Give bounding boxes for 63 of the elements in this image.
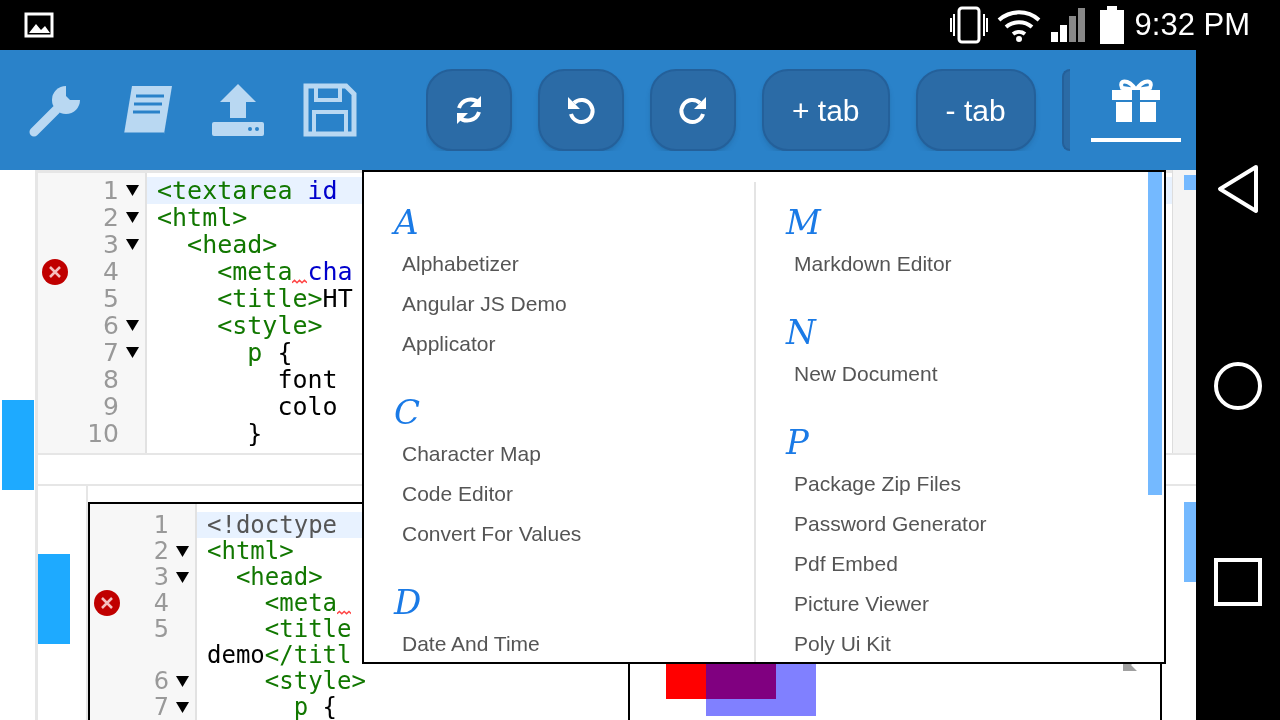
- code-line: <style>: [216, 313, 323, 338]
- menu-item[interactable]: Date And Time: [394, 624, 540, 662]
- wifi-icon: [996, 8, 1041, 42]
- status-time: 9:32 PM: [1134, 5, 1250, 44]
- menu-item[interactable]: Angular JS Demo: [394, 284, 567, 324]
- menu-item[interactable]: Pdf Embed: [786, 544, 898, 584]
- code-line: <meta: [207, 591, 352, 615]
- menu-item[interactable]: Alphabetizer: [394, 244, 519, 284]
- code-line: <title>HT: [216, 286, 353, 311]
- code-line: <html>: [207, 539, 294, 563]
- code-line: font: [276, 367, 338, 392]
- code-line: <textarea id: [157, 178, 338, 203]
- vibrate-icon: [948, 6, 989, 44]
- fold-arrow-icon[interactable]: [175, 545, 189, 557]
- undo-icon: [565, 94, 597, 126]
- undo-button[interactable]: [538, 69, 624, 151]
- code-line: <meta cha: [216, 259, 353, 284]
- tab-button[interactable]: - tab: [915, 69, 1036, 151]
- menu-item[interactable]: Markdown Editor: [786, 244, 952, 284]
- letter-heading: M: [786, 202, 823, 242]
- tab-button[interactable]: + tab: [762, 69, 890, 151]
- code-line: <head>: [186, 232, 278, 257]
- code-line: <title: [263, 617, 352, 641]
- battery-icon: [1098, 5, 1125, 45]
- menu-item[interactable]: Package Zip Files: [786, 464, 961, 504]
- fold-arrow-icon[interactable]: [125, 239, 139, 250]
- letter-heading: D: [394, 582, 423, 622]
- code-line: <html>: [157, 205, 248, 230]
- code-line: colo: [276, 394, 338, 419]
- recents-icon[interactable]: [1214, 558, 1262, 607]
- fold-arrow-icon[interactable]: [125, 320, 139, 331]
- code-line: <style>: [263, 669, 366, 693]
- menu-item[interactable]: Character Map: [394, 434, 541, 474]
- gift-icon[interactable]: [1110, 78, 1162, 124]
- redo-button[interactable]: [650, 69, 736, 151]
- menu-item[interactable]: Picture Viewer: [786, 584, 929, 624]
- scrollbar-thumb[interactable]: [1148, 172, 1162, 495]
- letter-heading: C: [394, 392, 421, 432]
- fold-arrow-icon[interactable]: [175, 571, 189, 583]
- picture-notification-icon: [24, 12, 54, 38]
- menu-item[interactable]: Poly Ui Kit: [786, 624, 891, 662]
- code-line: p {: [247, 340, 293, 365]
- menu-item[interactable]: New Document: [786, 354, 938, 394]
- menu-item[interactable]: Code Editor: [394, 474, 513, 514]
- home-icon[interactable]: [1213, 361, 1263, 411]
- fold-arrow-icon[interactable]: [125, 347, 139, 358]
- code-line: <head>: [234, 565, 323, 589]
- code-line: <!doctype: [207, 513, 338, 537]
- letter-heading: P: [786, 422, 810, 462]
- letter-heading: N: [786, 312, 818, 352]
- sync-button[interactable]: [426, 69, 512, 151]
- fold-arrow-icon[interactable]: [175, 701, 189, 713]
- code-line: demo</titl: [207, 643, 352, 667]
- fold-arrow-icon[interactable]: [125, 212, 139, 223]
- fold-arrow-icon[interactable]: [125, 185, 139, 196]
- fold-arrow-icon[interactable]: [175, 675, 189, 687]
- code-line: }: [246, 421, 263, 446]
- scroll-marker: [1184, 175, 1196, 190]
- menu-item[interactable]: Applicator: [394, 324, 496, 364]
- back-icon[interactable]: [1216, 163, 1260, 214]
- menu-item[interactable]: Password Generator: [786, 504, 987, 544]
- code-line: p {: [293, 695, 338, 719]
- menu-item[interactable]: Convert For Values: [394, 514, 582, 554]
